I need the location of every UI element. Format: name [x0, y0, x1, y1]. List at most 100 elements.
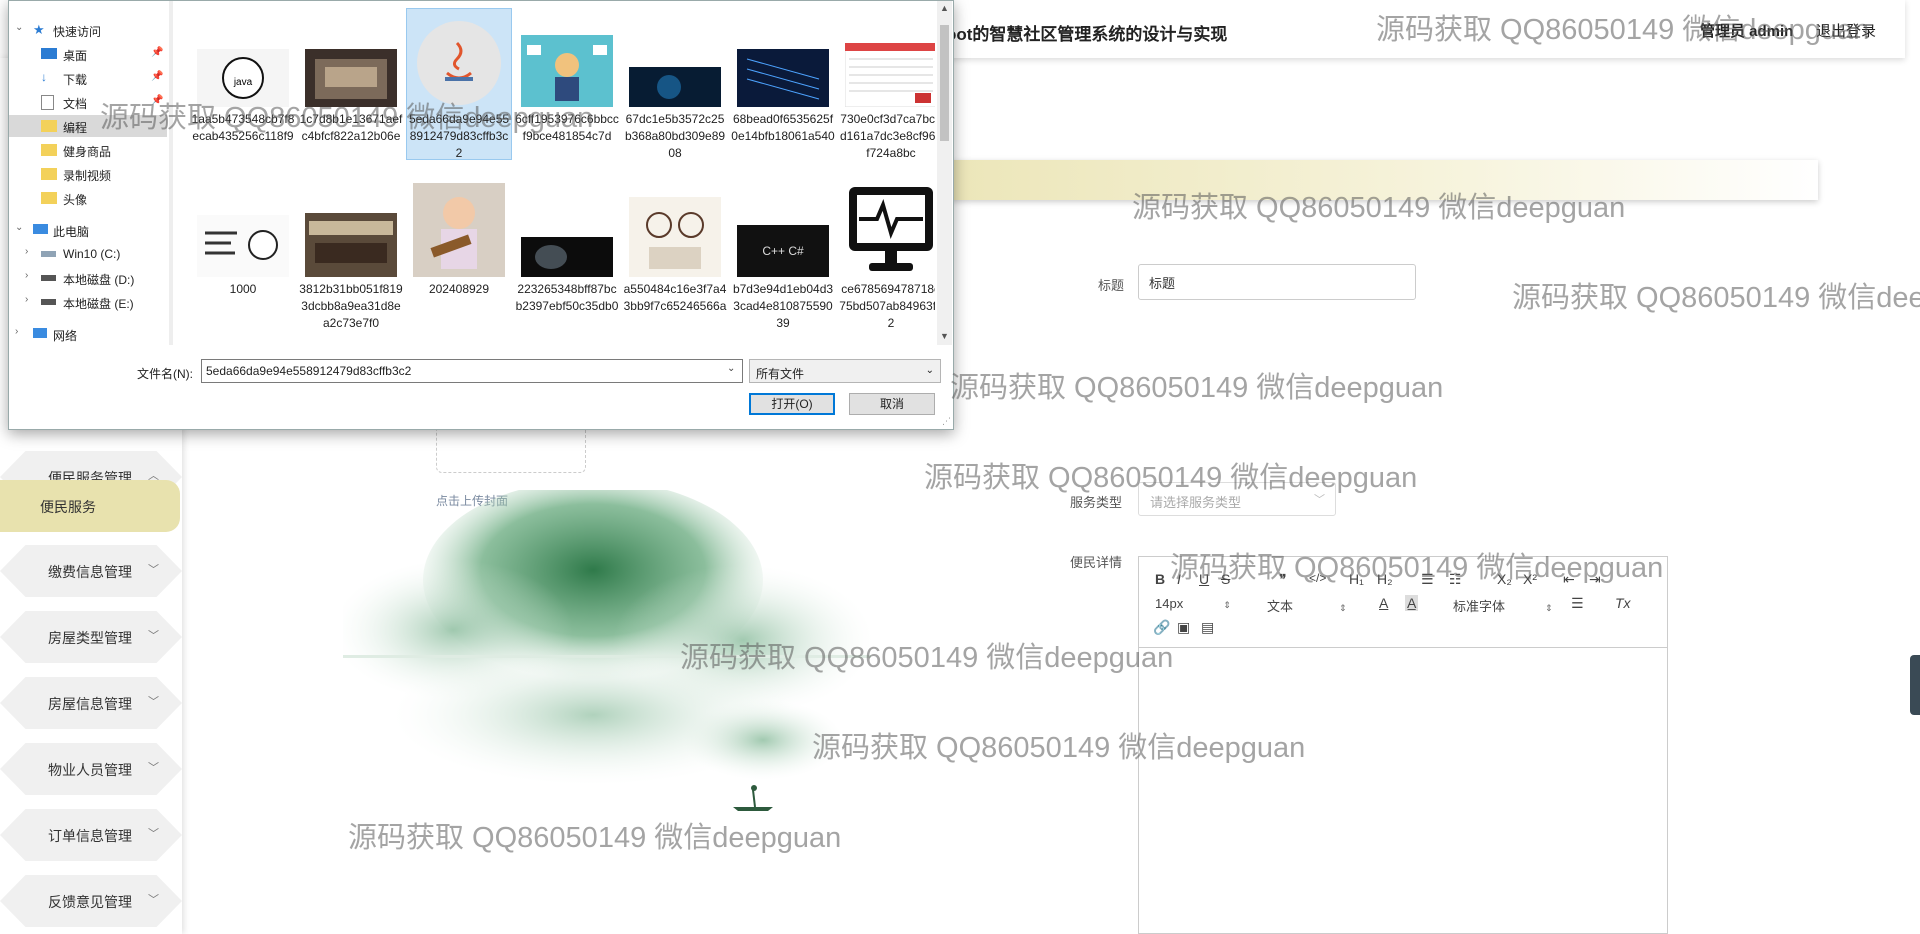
chevron-down-icon[interactable]: ⌄ [727, 363, 735, 374]
file-name: 3812b31bb051f8193dcbb8a9ea31d8ea2c73e7f0 [299, 282, 403, 330]
nav-folder-programming[interactable]: 编程 [9, 115, 167, 137]
italic-button[interactable]: I [1177, 571, 1181, 587]
chevron-down-icon: ﹀ [148, 564, 159, 576]
service-type-placeholder: 请选择服务类型 [1150, 495, 1242, 510]
title-input[interactable] [1138, 264, 1416, 300]
chevron-right-icon[interactable]: › [25, 270, 28, 281]
blockquote-button[interactable]: ❞ [1279, 571, 1287, 588]
nav-label: 头像 [63, 193, 88, 207]
file-item[interactable]: 67dc1e5b3572c25b368a80bd309e8908 [623, 9, 727, 160]
filetype-select[interactable]: 所有文件 ⌄ [749, 359, 941, 383]
file-item-selected[interactable]: 5eda66da9e94e558912479d83cffb3c2 [406, 8, 512, 160]
file-item[interactable]: ce678569478718e75bd507ab84963f32 [839, 183, 935, 333]
subscript-button[interactable]: X₂ [1497, 571, 1512, 587]
nav-label: 网络 [53, 329, 78, 343]
nav-drive-d[interactable]: › 本地磁盘 (D:) [9, 267, 167, 289]
underline-button[interactable]: U [1199, 571, 1209, 587]
file-item[interactable]: 223265348bff87bcb2397ebf50c35db0 [515, 183, 619, 333]
file-thumbnail [197, 215, 289, 277]
file-item[interactable]: 3812b31bb051f8193dcbb8a9ea31d8ea2c73e7f0 [299, 183, 403, 345]
file-item[interactable]: 68bead0f6535625f0e14bfb18061a540 [731, 9, 835, 159]
chevron-right-icon[interactable]: › [25, 294, 28, 305]
sidebar-item-payment-mgmt[interactable]: 缴费信息管理 ﹀ [0, 545, 182, 597]
chevron-right-icon[interactable]: › [25, 246, 28, 257]
file-item[interactable]: 202408929 [407, 183, 511, 333]
sidebar-item-house-type-mgmt[interactable]: 房屋类型管理 ﹀ [0, 611, 182, 663]
chevron-down-icon[interactable]: ⌄ [15, 222, 23, 233]
font-color-button[interactable]: A [1379, 595, 1388, 611]
nav-quick-access[interactable]: ⌄ ★ 快速访问 [9, 19, 167, 41]
scroll-up-icon[interactable]: ▲ [940, 3, 949, 13]
nav-downloads[interactable]: ↓ 下载 📌 [9, 67, 167, 89]
file-item[interactable]: 1c7d8b1e13671aefc4bfcf822a12b06e [299, 9, 403, 159]
folder-icon [41, 168, 57, 180]
nav-scrollbar[interactable] [169, 1, 173, 345]
nav-folder-fitness[interactable]: 健身商品 [9, 139, 167, 161]
open-button[interactable]: 打开(O) [749, 393, 835, 415]
nav-label: 桌面 [63, 49, 88, 63]
sidebar-item-convenience-service[interactable]: 便民服务 [0, 480, 180, 532]
page-scrollbar[interactable] [1910, 655, 1920, 715]
nav-folder-avatars[interactable]: 头像 [9, 187, 167, 209]
file-item[interactable]: 730e0cf3d7ca7bcbd161a7dc3e8cf964f724a8bc [839, 9, 935, 179]
image-icon[interactable]: ▣ [1177, 619, 1190, 636]
superscript-button[interactable]: X² [1523, 571, 1537, 587]
nav-desktop[interactable]: 桌面 📌 [9, 43, 167, 65]
heading1-button[interactable]: H₁ [1349, 571, 1364, 587]
chevron-right-icon[interactable]: › [15, 326, 18, 337]
font-family-select[interactable]: 标准字体 ⇕ [1453, 596, 1553, 615]
nav-this-pc[interactable]: ⌄ 此电脑 [9, 219, 167, 241]
sidebar-item-feedback-mgmt[interactable]: 反馈意见管理 ﹀ [0, 875, 182, 927]
font-size-value: 14px [1155, 596, 1184, 611]
outdent-button[interactable]: ⇤ [1563, 571, 1575, 588]
scrollbar-thumb[interactable] [940, 25, 949, 141]
file-item[interactable]: a550484c16e3f7a43bb9f7c65246566a [623, 183, 727, 333]
nav-network[interactable]: › 网络 [9, 323, 167, 345]
file-name: 67dc1e5b3572c25b368a80bd309e8908 [624, 112, 726, 160]
service-type-select[interactable]: 请选择服务类型 ﹀ [1138, 482, 1336, 516]
strike-button[interactable]: S [1221, 571, 1230, 587]
nav-drive-e[interactable]: › 本地磁盘 (E:) [9, 291, 167, 313]
nav-label: 快速访问 [53, 25, 102, 39]
clear-format-button[interactable]: Tx [1615, 595, 1631, 611]
scroll-down-icon[interactable]: ▼ [940, 331, 949, 341]
logout-link[interactable]: 退出登录 [1816, 20, 1876, 41]
sidebar-item-house-info-mgmt[interactable]: 房屋信息管理 ﹀ [0, 677, 182, 729]
paragraph-value: 文本 [1267, 599, 1294, 614]
nav-drive-c[interactable]: › Win10 (C:) [9, 243, 167, 265]
filename-input[interactable] [201, 359, 743, 383]
file-thumbnail [849, 187, 933, 271]
file-item[interactable]: 1000 [191, 183, 295, 333]
video-icon[interactable]: ▤ [1201, 619, 1214, 636]
bullet-list-button[interactable]: ☷ [1449, 571, 1462, 588]
font-size-select[interactable]: 14px ⇕ [1155, 596, 1231, 611]
sidebar-item-order-mgmt[interactable]: 订单信息管理 ﹀ [0, 809, 182, 861]
paragraph-select[interactable]: 文本 ⇕ [1267, 596, 1347, 615]
bold-button[interactable]: B [1155, 571, 1165, 587]
file-item[interactable]: 6cff1953976c6bbccf9bce481854c7d [515, 9, 619, 159]
background-color-button[interactable]: A̲ [1405, 595, 1419, 611]
file-name: 202408929 [428, 282, 490, 296]
file-thumbnail [305, 213, 397, 277]
chevron-down-icon[interactable]: ⌄ [15, 22, 23, 33]
computer-icon [33, 224, 48, 234]
indent-button[interactable]: ⇥ [1589, 571, 1601, 588]
sidebar-item-property-staff-mgmt[interactable]: 物业人员管理 ﹀ [0, 743, 182, 795]
file-list-scrollbar[interactable]: ▲ ▼ [937, 1, 952, 345]
cancel-button[interactable]: 取消 [849, 393, 935, 415]
file-thumbnail: C++ C# [737, 225, 829, 277]
nav-label: 文档 [63, 97, 88, 111]
filename-label: 文件名(N): [137, 367, 193, 381]
heading2-button[interactable]: H₂ [1377, 571, 1393, 587]
folder-icon [41, 144, 57, 156]
file-item[interactable]: java 1aa5b473548cb7f8ecab435256c118f9 [191, 9, 295, 159]
file-item[interactable]: C++ C# b7d3e94d1eb04d33cad4e81087559039 [731, 183, 835, 333]
ordered-list-button[interactable]: ☰ [1421, 571, 1434, 588]
align-button[interactable]: ☰ [1571, 595, 1584, 612]
code-block-button[interactable]: </> [1309, 571, 1326, 585]
resize-grip-icon[interactable]: ⋰ [942, 416, 951, 427]
nav-folder-recordings[interactable]: 录制视频 [9, 163, 167, 185]
nav-documents[interactable]: 文档 📌 [9, 91, 167, 113]
link-icon[interactable]: 🔗 [1153, 619, 1170, 636]
rich-text-editor[interactable]: B I U S ❞ </> H₁ H₂ ☰ ☷ X₂ X² ⇤ ⇥ 14px ⇕ … [1138, 556, 1668, 934]
